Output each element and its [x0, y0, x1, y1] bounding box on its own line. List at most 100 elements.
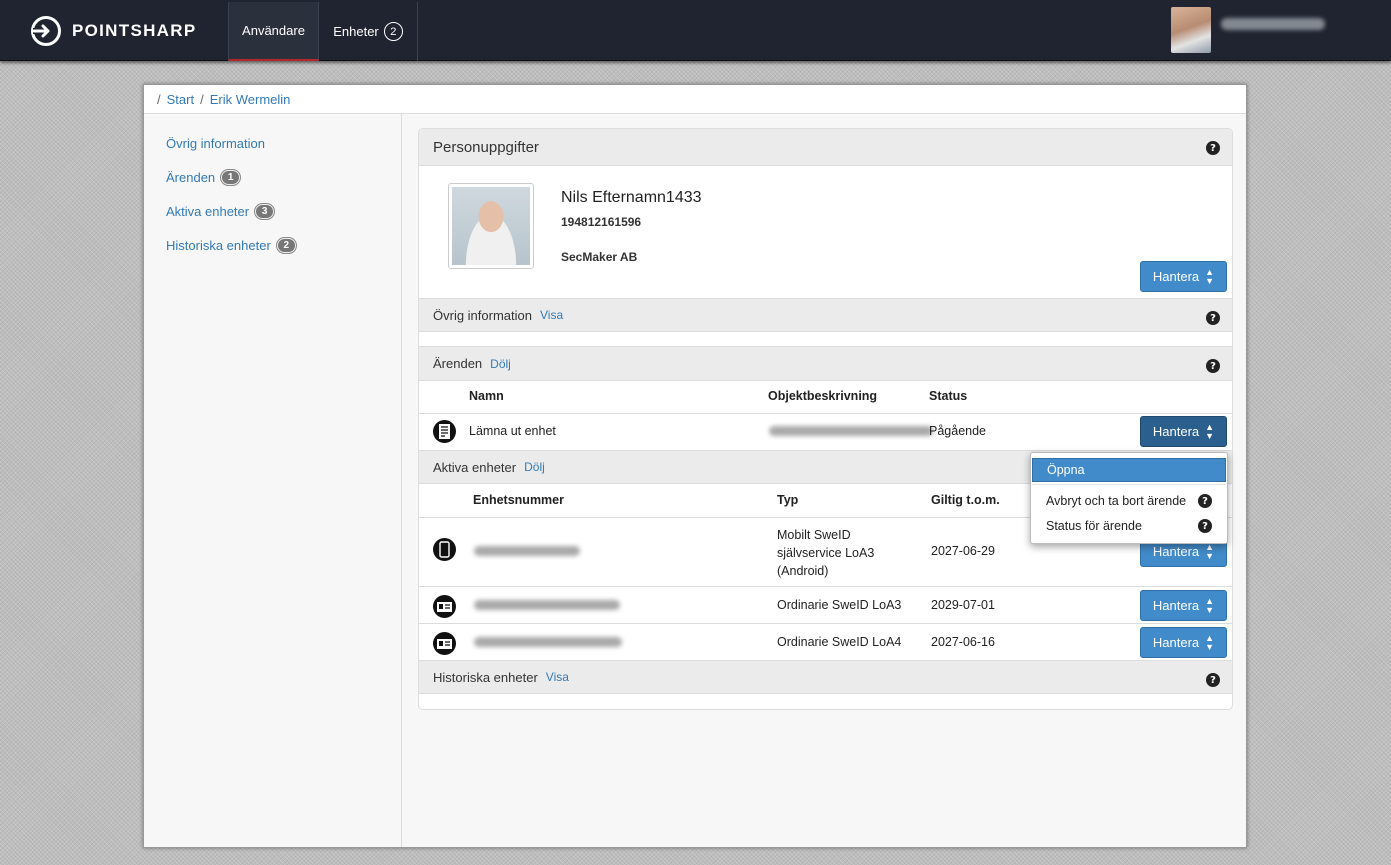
tab-users[interactable]: Användare [228, 2, 319, 61]
tab-devices[interactable]: Enheter 2 [319, 2, 418, 61]
id-card-icon [433, 632, 456, 655]
sidebar-item-historic-devices[interactable]: Historiska enheter 2 [166, 238, 296, 253]
sidebar-item-label: Aktiva enheter [166, 204, 250, 219]
device-number-redacted [474, 600, 620, 610]
divider [419, 586, 1232, 587]
menu-item-case-status[interactable]: Status för ärende ? [1032, 514, 1226, 538]
id-card-icon [433, 595, 456, 618]
sort-caret-icon: ▲ ▼ [1205, 541, 1215, 561]
section-title: Personuppgifter [433, 138, 539, 156]
sort-caret-icon: ▲ ▼ [1205, 632, 1215, 652]
help-icon[interactable]: ? [1198, 519, 1212, 533]
breadcrumb-separator: / [157, 91, 161, 107]
manage-device-button[interactable]: Hantera ▲ ▼ [1140, 590, 1227, 621]
case-actions-dropdown: Öppna Avbryt och ta bort ärende ? Status… [1030, 452, 1228, 544]
menu-item-open[interactable]: Öppna [1032, 458, 1226, 482]
tab-devices-label: Enheter [333, 24, 379, 39]
historic-devices-toggle-link[interactable]: Visa [546, 670, 569, 684]
brand-logo[interactable]: POINTSHARP [30, 14, 196, 48]
other-info-toggle-link[interactable]: Visa [540, 308, 563, 322]
person-details-panel: Personuppgifter ? Nils Efternamn1433 194… [418, 128, 1233, 710]
menu-item-label: Status för ärende [1046, 519, 1142, 533]
section-header-historic-devices: Historiska enheter Visa ? [419, 660, 1232, 694]
button-label: Hantera [1152, 598, 1200, 613]
sidebar-count-badge: 2 [276, 238, 296, 253]
help-icon[interactable]: ? [1206, 311, 1220, 325]
sidebar-item-other-info[interactable]: Övrig information [166, 136, 265, 151]
top-navbar: POINTSHARP Användare Enheter 2 [0, 0, 1391, 61]
person-organization: SecMaker AB [561, 250, 638, 264]
device-valid-until: 2027-06-29 [931, 544, 995, 558]
cases-toggle-link[interactable]: Dölj [490, 357, 511, 371]
column-header-device-number: Enhetsnummer [473, 493, 564, 507]
sort-caret-icon: ▲ ▼ [1205, 595, 1215, 615]
manage-device-button[interactable]: Hantera ▲ ▼ [1140, 627, 1227, 658]
help-icon[interactable]: ? [1198, 494, 1212, 508]
button-label: Hantera [1152, 424, 1200, 439]
device-number-redacted [474, 546, 580, 556]
section-header-personal: Personuppgifter ? [419, 129, 1232, 166]
user-name-redacted[interactable] [1221, 18, 1325, 30]
section-title: Aktiva enheter [433, 459, 517, 475]
column-header-status: Status [929, 389, 968, 403]
sidebar-count-badge: 1 [221, 170, 241, 185]
device-type-line: självservice LoA3 [777, 546, 875, 560]
person-id-number: 194812161596 [561, 215, 642, 229]
person-photo [448, 183, 534, 269]
sidebar-item-label: Historiska enheter [166, 238, 271, 253]
sidebar-item-cases[interactable]: Ärenden 1 [166, 170, 241, 185]
device-type-line: (Android) [777, 564, 829, 578]
column-header-valid-until: Giltig t.o.m. [931, 493, 1000, 507]
section-title: Övrig information [433, 307, 532, 323]
sidebar-item-active-devices[interactable]: Aktiva enheter 3 [166, 204, 275, 219]
device-valid-until: 2029-07-01 [931, 598, 995, 612]
manage-case-button[interactable]: Hantera ▲ ▼ [1140, 416, 1227, 447]
help-icon[interactable]: ? [1206, 359, 1220, 373]
button-label: Hantera [1152, 635, 1200, 650]
section-header-cases: Ärenden Dölj ? [419, 346, 1232, 381]
breadcrumb-separator: / [200, 91, 204, 107]
user-avatar[interactable] [1171, 7, 1211, 53]
person-photo-image [452, 187, 530, 265]
column-header-name: Namn [469, 389, 504, 403]
pointsharp-logo-icon [31, 16, 61, 46]
menu-divider [1032, 484, 1226, 485]
sort-caret-icon: ▲ ▼ [1205, 266, 1215, 286]
breadcrumb-start[interactable]: Start [167, 92, 194, 107]
help-icon[interactable]: ? [1206, 673, 1220, 687]
active-devices-toggle-link[interactable]: Dölj [524, 460, 545, 474]
sidebar: Övrig information Ärenden 1 Aktiva enhet… [144, 114, 402, 847]
column-header-type: Typ [777, 493, 799, 507]
device-number-redacted [474, 637, 622, 647]
sidebar-count-badge: 3 [255, 204, 275, 219]
person-name: Nils Efternamn1433 [561, 189, 702, 206]
case-name: Lämna ut enhet [469, 424, 556, 438]
tab-devices-count-badge: 2 [383, 22, 403, 41]
device-valid-until: 2027-06-16 [931, 635, 995, 649]
device-type: Ordinarie SweID LoA3 [777, 598, 902, 612]
sidebar-item-label: Ärenden [166, 170, 216, 185]
device-type: Ordinarie SweID LoA4 [777, 635, 902, 649]
column-header-object: Objektbeskrivning [768, 389, 878, 403]
divider [419, 413, 1232, 414]
sidebar-item-label: Övrig information [166, 136, 265, 151]
tab-users-label: Användare [242, 23, 305, 38]
section-header-other-info: Övrig information Visa ? [419, 298, 1232, 332]
case-object-redacted [769, 426, 933, 436]
breadcrumb-current[interactable]: Erik Wermelin [210, 92, 291, 107]
case-document-icon [433, 420, 456, 443]
device-type-line: Mobilt SweID [777, 528, 851, 542]
menu-item-cancel-case[interactable]: Avbryt och ta bort ärende ? [1032, 489, 1226, 513]
brand-name: POINTSHARP [72, 21, 197, 40]
help-icon[interactable]: ? [1206, 141, 1220, 155]
button-label: Hantera [1152, 544, 1200, 559]
device-type: Mobilt SweID självservice LoA3 (Android) [777, 526, 874, 580]
mobile-phone-icon [433, 538, 456, 561]
breadcrumb: / Start / Erik Wermelin [144, 85, 1246, 114]
sort-caret-icon: ▲ ▼ [1205, 421, 1215, 441]
section-title: Ärenden [433, 356, 483, 371]
button-label: Hantera [1152, 269, 1200, 284]
menu-item-label: Öppna [1047, 463, 1085, 477]
manage-person-button[interactable]: Hantera ▲ ▼ [1140, 261, 1227, 292]
case-status: Pågående [929, 424, 987, 438]
